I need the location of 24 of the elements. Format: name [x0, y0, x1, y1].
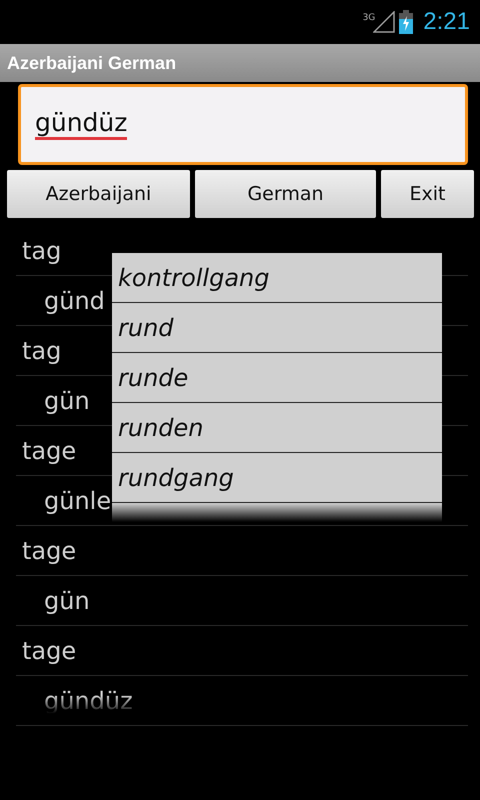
translation-text[interactable]: gün — [44, 586, 90, 614]
suggestion-item[interactable]: runde — [112, 353, 442, 403]
translation-text[interactable]: gündüz — [44, 686, 133, 714]
translation-text[interactable]: günle — [44, 486, 112, 514]
window-title: Azerbaijani German — [0, 44, 480, 82]
translation-text[interactable]: günd — [44, 286, 105, 314]
term-text[interactable]: tag — [22, 236, 62, 264]
language-button[interactable]: Azerbaijani — [7, 170, 190, 218]
battery-icon — [399, 10, 414, 34]
translation-text[interactable]: gün — [44, 386, 90, 414]
signal-icon — [373, 11, 396, 33]
suggestion-item[interactable]: kontrollgang — [112, 253, 442, 303]
term-text[interactable]: tage — [22, 636, 76, 664]
search-field[interactable]: gündüz — [18, 84, 468, 165]
network-label: 3G — [362, 13, 376, 23]
suggestion-item[interactable]: rund — [112, 303, 442, 353]
language-button[interactable]: Exit — [381, 170, 474, 218]
clock-time: 2:21 — [423, 8, 470, 36]
language-button[interactable]: German — [195, 170, 376, 218]
term-text[interactable]: tag — [22, 336, 62, 364]
term-text[interactable]: tage — [22, 536, 76, 564]
term-text[interactable]: tage — [22, 436, 76, 464]
suggestion-item[interactable]: runden — [112, 403, 442, 453]
suggestion-item[interactable]: rundgang — [112, 453, 442, 503]
